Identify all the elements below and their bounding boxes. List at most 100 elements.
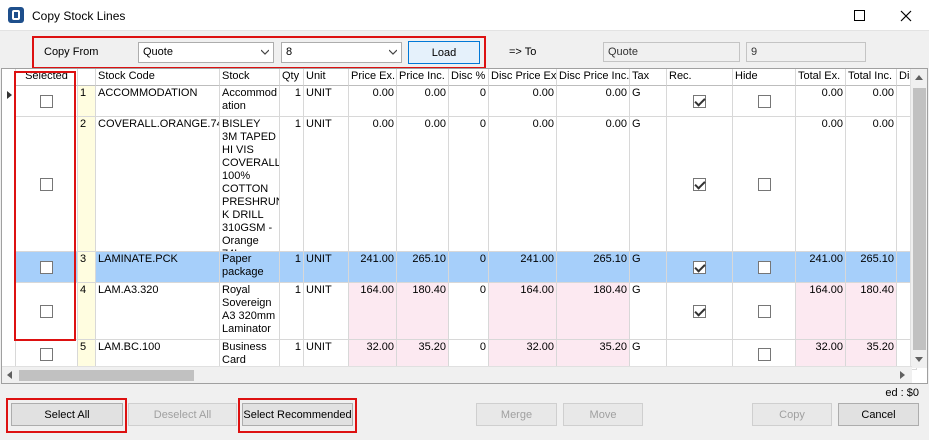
cell-total-inc[interactable]: 0.00 (846, 117, 897, 252)
select-all-button[interactable]: Select All (11, 403, 123, 426)
horizontal-scroll-thumb[interactable] (19, 370, 194, 381)
cell-price-inc[interactable]: 0.00 (397, 86, 449, 117)
selected-checkbox[interactable] (40, 261, 53, 274)
column-header[interactable]: Total Inc. (846, 69, 897, 86)
cell-desc[interactable]: BISLEY 3M TAPED HI VIS COVERALL 100% COT… (220, 117, 280, 252)
scroll-right-icon[interactable] (900, 371, 905, 379)
cell-total-inc[interactable]: 265.10 (846, 252, 897, 283)
column-header[interactable]: Qty (280, 69, 304, 86)
select-recommended-button[interactable]: Select Recommended (242, 403, 353, 426)
horizontal-scrollbar[interactable] (2, 366, 912, 383)
cell-total-inc[interactable]: 0.00 (846, 86, 897, 117)
maximize-button[interactable] (837, 0, 883, 31)
scroll-left-icon[interactable] (7, 371, 12, 379)
cell-tax[interactable]: G (630, 117, 667, 252)
column-header[interactable]: Stock Code (96, 69, 220, 86)
cancel-button[interactable]: Cancel (838, 403, 919, 426)
cell-price-ex[interactable]: 241.00 (349, 252, 397, 283)
cell-disc[interactable]: 0 (449, 283, 489, 340)
hide-checkbox[interactable] (758, 348, 771, 361)
rec-checkbox[interactable] (693, 305, 706, 318)
cell-disc[interactable]: 0 (449, 117, 489, 252)
column-header[interactable]: Stock (220, 69, 280, 86)
cell-total-ex[interactable]: 164.00 (796, 283, 846, 340)
cell-total-ex[interactable]: 0.00 (796, 117, 846, 252)
hide-checkbox[interactable] (758, 95, 771, 108)
cell-unit[interactable]: UNIT (304, 252, 349, 283)
cell-disc-inc[interactable]: 180.40 (557, 283, 630, 340)
scroll-up-icon[interactable] (915, 75, 923, 80)
cell-disc-inc[interactable]: 0.00 (557, 117, 630, 252)
cell-disc-ex[interactable]: 241.00 (489, 252, 557, 283)
cell-disc-ex[interactable]: 164.00 (489, 283, 557, 340)
cell-desc[interactable]: Accommod ation (220, 86, 280, 117)
cell-price-inc[interactable]: 0.00 (397, 117, 449, 252)
cell-code[interactable]: LAMINATE.PCK (96, 252, 220, 283)
column-header[interactable]: Disc Price Inc. (557, 69, 630, 86)
cell-disc-ex[interactable]: 0.00 (489, 86, 557, 117)
cell-disc[interactable]: 0 (449, 252, 489, 283)
cell-desc[interactable]: Royal Sovereign A3 320mm Laminator (220, 283, 280, 340)
hide-checkbox[interactable] (758, 305, 771, 318)
cell-code[interactable]: LAM.A3.320 (96, 283, 220, 340)
cell-total-ex[interactable]: 0.00 (796, 86, 846, 117)
selected-checkbox[interactable] (40, 95, 53, 108)
cell-price-ex[interactable]: 0.00 (349, 86, 397, 117)
column-header[interactable]: Disc % (449, 69, 489, 86)
column-header[interactable]: Selected (16, 69, 78, 86)
deselect-all-button[interactable]: Deselect All (128, 403, 237, 426)
column-header[interactable]: Total Ex. (796, 69, 846, 86)
cell-tax[interactable]: G (630, 252, 667, 283)
cell-qty[interactable]: 1 (280, 117, 304, 252)
cell-unit[interactable]: UNIT (304, 86, 349, 117)
load-button[interactable]: Load (408, 41, 480, 64)
copy-from-type-select[interactable]: Quote (138, 42, 274, 63)
close-button[interactable] (883, 0, 929, 31)
cell-tax[interactable]: G (630, 86, 667, 117)
rec-checkbox[interactable] (693, 95, 706, 108)
cell-qty[interactable]: 1 (280, 86, 304, 117)
merge-button[interactable]: Merge (476, 403, 557, 426)
cell-code[interactable]: COVERALL.ORANGE.74L (96, 117, 220, 252)
copy-from-number-select[interactable]: 8 (281, 42, 402, 63)
column-header[interactable]: Rec. (667, 69, 733, 86)
rec-checkbox[interactable] (693, 261, 706, 274)
cell-price-ex[interactable]: 0.00 (349, 117, 397, 252)
column-header[interactable]: Tax (630, 69, 667, 86)
hide-checkbox[interactable] (758, 261, 771, 274)
cell-total-inc[interactable]: 180.40 (846, 283, 897, 340)
cell-price-inc[interactable]: 265.10 (397, 252, 449, 283)
column-header[interactable]: Disc Price Ex. (489, 69, 557, 86)
cell-disc-inc[interactable]: 265.10 (557, 252, 630, 283)
selected-checkbox[interactable] (40, 348, 53, 361)
column-header[interactable]: Price Inc. (397, 69, 449, 86)
cell-price-inc[interactable]: 180.40 (397, 283, 449, 340)
copy-button[interactable]: Copy (752, 403, 832, 426)
selected-checkbox[interactable] (40, 178, 53, 191)
cell-qty[interactable]: 1 (280, 283, 304, 340)
cell-unit[interactable]: UNIT (304, 283, 349, 340)
move-button[interactable]: Move (563, 403, 643, 426)
column-header[interactable]: Hide (733, 69, 796, 86)
copy-from-number-value: 8 (286, 46, 293, 58)
vertical-scrollbar[interactable] (910, 69, 927, 368)
cell-total-ex[interactable]: 241.00 (796, 252, 846, 283)
column-header[interactable]: Unit (304, 69, 349, 86)
cell-disc-inc[interactable]: 0.00 (557, 86, 630, 117)
selected-checkbox[interactable] (40, 305, 53, 318)
column-header[interactable]: Price Ex. (349, 69, 397, 86)
cell-tax[interactable]: G (630, 283, 667, 340)
cell-qty[interactable]: 1 (280, 252, 304, 283)
rec-checkbox[interactable] (693, 178, 706, 191)
column-header[interactable] (78, 69, 96, 86)
cell-disc[interactable]: 0 (449, 86, 489, 117)
scroll-down-icon[interactable] (915, 357, 923, 362)
hide-checkbox[interactable] (758, 178, 771, 191)
vertical-scroll-thumb[interactable] (913, 88, 926, 350)
cell-unit[interactable]: UNIT (304, 117, 349, 252)
cell-desc[interactable]: Paper package (220, 252, 280, 283)
cell-code[interactable]: ACCOMMODATION (96, 86, 220, 117)
cell-disc-ex[interactable]: 0.00 (489, 117, 557, 252)
stock-lines-grid[interactable]: Selected Stock Code Stock Qty Unit Price Ex. P… (1, 68, 928, 384)
cell-price-ex[interactable]: 164.00 (349, 283, 397, 340)
